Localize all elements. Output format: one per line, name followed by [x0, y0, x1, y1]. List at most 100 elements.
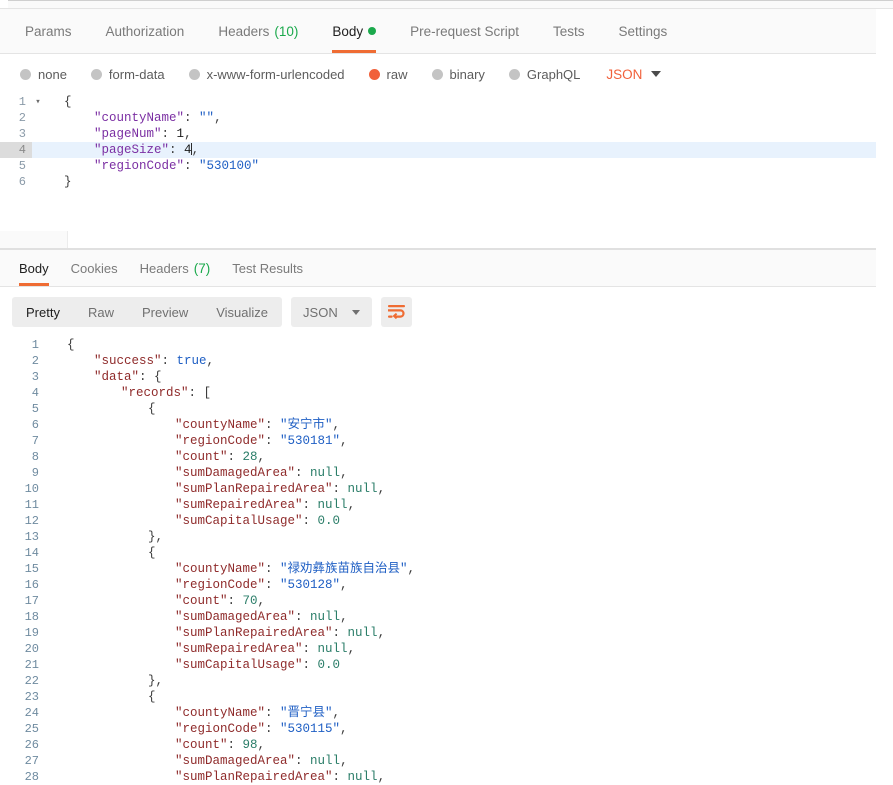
- response-body-line[interactable]: 23 {: [0, 689, 893, 705]
- request-editor-line[interactable]: 1 ▾ {: [0, 94, 893, 110]
- radio-dot-icon: [188, 68, 200, 80]
- response-format-select[interactable]: JSON: [291, 297, 372, 327]
- response-tab-body[interactable]: Body: [8, 250, 60, 286]
- response-code-text: "count": 28,: [175, 449, 265, 465]
- response-body-line[interactable]: 13},: [0, 529, 893, 545]
- response-body-line[interactable]: 10 "sumPlanRepairedArea": null,: [0, 481, 893, 497]
- code-fold-arrow-icon[interactable]: ▾: [32, 94, 44, 110]
- code-token: :: [227, 450, 243, 464]
- view-mode-visualize[interactable]: Visualize: [202, 297, 282, 327]
- request-tab-tests[interactable]: Tests: [536, 9, 602, 53]
- request-tab-label: Body: [332, 23, 364, 39]
- code-token: :: [295, 754, 311, 768]
- code-token: {: [148, 402, 156, 416]
- request-editor-line[interactable]: 3 "pageNum": 1,: [0, 126, 893, 142]
- code-token: :: [265, 578, 281, 592]
- response-body-line[interactable]: 1{: [0, 337, 893, 353]
- response-body-line[interactable]: 7 "regionCode": "530181",: [0, 433, 893, 449]
- request-editor-line[interactable]: 6}: [0, 174, 893, 190]
- response-body-line[interactable]: 28 "sumPlanRepairedArea": null,: [0, 769, 893, 785]
- request-tab-headers[interactable]: Headers (10): [201, 9, 315, 53]
- response-body-line[interactable]: 24 "countyName": "晋宁县",: [0, 705, 893, 721]
- code-token: :: [227, 594, 243, 608]
- response-body-line[interactable]: 15 "countyName": "禄劝彝族苗族自治县",: [0, 561, 893, 577]
- view-mode-raw[interactable]: Raw: [74, 297, 128, 327]
- code-fold-arrow-icon: [32, 126, 44, 142]
- response-view-mode-group: Pretty Raw Preview Visualize: [12, 297, 283, 327]
- body-type-radio-form-data[interactable]: form-data: [90, 67, 165, 82]
- request-tab-params[interactable]: Params: [8, 9, 89, 53]
- response-body-line[interactable]: 14 {: [0, 545, 893, 561]
- response-body-line[interactable]: 5{: [0, 401, 893, 417]
- response-code-text: "sumRepairedArea": null,: [175, 497, 355, 513]
- code-token: "regionCode": [175, 578, 266, 592]
- response-body-line[interactable]: 2 "success": true,: [0, 353, 893, 369]
- request-editor-line[interactable]: 2 "countyName": "",: [0, 110, 893, 126]
- request-body-editor[interactable]: 1 ▾{2 "countyName": "", 3 "pageNum": 1, 4 "…: [0, 94, 893, 231]
- code-token: :: [227, 738, 243, 752]
- response-body-line[interactable]: 25 "regionCode": "530115",: [0, 721, 893, 737]
- view-mode-preview[interactable]: Preview: [128, 297, 202, 327]
- body-type-radio-none[interactable]: none: [20, 67, 67, 82]
- response-body-line[interactable]: 4 "records": [: [0, 385, 893, 401]
- response-code-text: "sumPlanRepairedArea": null,: [175, 481, 385, 497]
- code-token: "sumDamagedArea": [175, 754, 296, 768]
- request-code-text: "countyName": "",: [44, 110, 222, 126]
- response-body-line[interactable]: 16 "regionCode": "530128",: [0, 577, 893, 593]
- line-number: 1: [31, 338, 39, 352]
- line-number: 2: [18, 111, 26, 125]
- request-tab-body[interactable]: Body: [315, 9, 393, 53]
- response-body-line[interactable]: 21 "sumCapitalUsage": 0.0: [0, 657, 893, 673]
- pane-resize-grip[interactable]: [0, 231, 68, 248]
- line-number: 4: [31, 386, 39, 400]
- request-format-select[interactable]: JSON: [606, 67, 662, 82]
- request-code-text: }: [44, 174, 72, 190]
- request-tab-authorization[interactable]: Authorization: [89, 9, 202, 53]
- response-body-line[interactable]: 22},: [0, 673, 893, 689]
- code-token: "regionCode": [175, 434, 266, 448]
- view-mode-pretty[interactable]: Pretty: [12, 297, 74, 327]
- code-token: :: [302, 642, 318, 656]
- code-token: ,: [191, 143, 200, 157]
- response-tab-test-results[interactable]: Test Results: [221, 250, 314, 286]
- right-edge-padding: [876, 9, 893, 785]
- response-body-line[interactable]: 3 "data": {: [0, 369, 893, 385]
- code-token: "安宁市": [280, 418, 333, 432]
- response-tab-cookies[interactable]: Cookies: [60, 250, 129, 286]
- response-body-line[interactable]: 12 "sumCapitalUsage": 0.0: [0, 513, 893, 529]
- response-body-line[interactable]: 6 "countyName": "安宁市",: [0, 417, 893, 433]
- response-code-text: "countyName": "安宁市",: [175, 417, 340, 433]
- line-number: 17: [24, 594, 39, 608]
- code-token: :: [184, 159, 200, 173]
- response-body-line[interactable]: 9 "sumDamagedArea": null,: [0, 465, 893, 481]
- response-body-line[interactable]: 20 "sumRepairedArea": null,: [0, 641, 893, 657]
- word-wrap-toggle-button[interactable]: [380, 297, 412, 327]
- request-editor-line[interactable]: 5 "regionCode": "530100": [0, 158, 893, 174]
- body-type-radio-x-www-form-urlencoded[interactable]: x-www-form-urlencoded: [188, 66, 345, 82]
- response-body-line[interactable]: 19 "sumPlanRepairedArea": null,: [0, 625, 893, 641]
- request-tab-pre-request-script[interactable]: Pre-request Script: [393, 9, 536, 53]
- response-tab-headers[interactable]: Headers (7): [129, 250, 222, 286]
- code-fold-arrow-icon: [32, 158, 44, 174]
- request-tab-settings[interactable]: Settings: [601, 9, 684, 53]
- body-type-radio-graphql[interactable]: GraphQL: [508, 67, 580, 82]
- response-body-line[interactable]: 26 "count": 98,: [0, 737, 893, 753]
- response-body-line[interactable]: 27 "sumDamagedArea": null,: [0, 753, 893, 769]
- request-code-text: "regionCode": "530100": [44, 158, 259, 174]
- response-body-viewer[interactable]: 1{2 "success": true, 3 "data": {4 "records":…: [0, 337, 893, 785]
- code-token: 98: [242, 738, 258, 752]
- response-body-line[interactable]: 18 "sumDamagedArea": null,: [0, 609, 893, 625]
- code-token: :: [302, 514, 318, 528]
- response-code-text: "countyName": "禄劝彝族苗族自治县",: [175, 561, 415, 577]
- body-type-label: x-www-form-urlencoded: [206, 66, 345, 82]
- response-body-line[interactable]: 11 "sumRepairedArea": null,: [0, 497, 893, 513]
- code-token: :: [265, 706, 281, 720]
- response-body-line[interactable]: 8 "count": 28,: [0, 449, 893, 465]
- code-token: true: [176, 354, 207, 368]
- code-token: "pageSize": [94, 143, 170, 157]
- request-editor-line[interactable]: 4 "pageSize": 4,: [0, 142, 893, 158]
- response-code-text: "sumRepairedArea": null,: [175, 641, 355, 657]
- body-type-radio-binary[interactable]: binary: [431, 67, 485, 82]
- body-type-radio-raw[interactable]: raw: [368, 67, 408, 82]
- response-body-line[interactable]: 17 "count": 70,: [0, 593, 893, 609]
